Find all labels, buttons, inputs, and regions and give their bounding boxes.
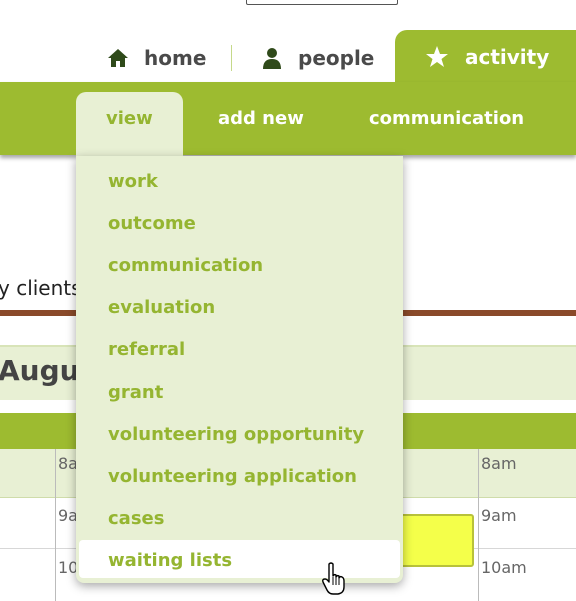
time-label: 10am — [481, 558, 527, 577]
time-label: 8am — [481, 454, 517, 473]
tab-people-label: people — [298, 46, 375, 70]
star-icon — [425, 45, 449, 69]
view-dropdown-menu: work outcome communication evaluation re… — [76, 156, 403, 583]
hand-cursor-icon — [322, 562, 348, 596]
time-label: 9am — [481, 506, 517, 525]
menu-item-cases[interactable]: cases — [108, 508, 164, 529]
person-icon — [260, 46, 284, 70]
menu-item-evaluation[interactable]: evaluation — [108, 297, 215, 318]
top-bracket — [246, 0, 398, 5]
submenu-view[interactable]: view — [106, 108, 153, 129]
tab-activity[interactable]: activity — [395, 30, 576, 84]
tab-separator — [231, 45, 232, 71]
calendar-column-line — [55, 449, 56, 601]
calendar-column-line — [478, 449, 479, 601]
menu-item-communication[interactable]: communication — [108, 255, 263, 276]
menu-item-outcome[interactable]: outcome — [108, 213, 196, 234]
tab-people[interactable]: people — [260, 38, 374, 78]
menu-item-grant[interactable]: grant — [108, 382, 163, 403]
menu-item-volunteering-opportunity[interactable]: volunteering opportunity — [108, 424, 364, 445]
tab-home[interactable]: home — [106, 38, 206, 78]
menu-item-waiting-lists[interactable]: waiting lists — [108, 550, 232, 571]
tab-home-label: home — [144, 46, 207, 70]
menu-item-referral[interactable]: referral — [108, 339, 185, 360]
month-label: Augu — [0, 354, 80, 387]
home-icon — [106, 46, 130, 70]
menu-item-volunteering-application[interactable]: volunteering application — [108, 466, 357, 487]
submenu-add-new[interactable]: add new — [218, 108, 304, 129]
submenu-communication[interactable]: communication — [369, 108, 524, 129]
tab-activity-label: activity — [465, 45, 550, 69]
menu-item-work[interactable]: work — [108, 171, 158, 192]
time-label: 9a — [58, 506, 78, 525]
time-label: 8a — [58, 454, 78, 473]
clients-text: y clients — [0, 276, 82, 300]
